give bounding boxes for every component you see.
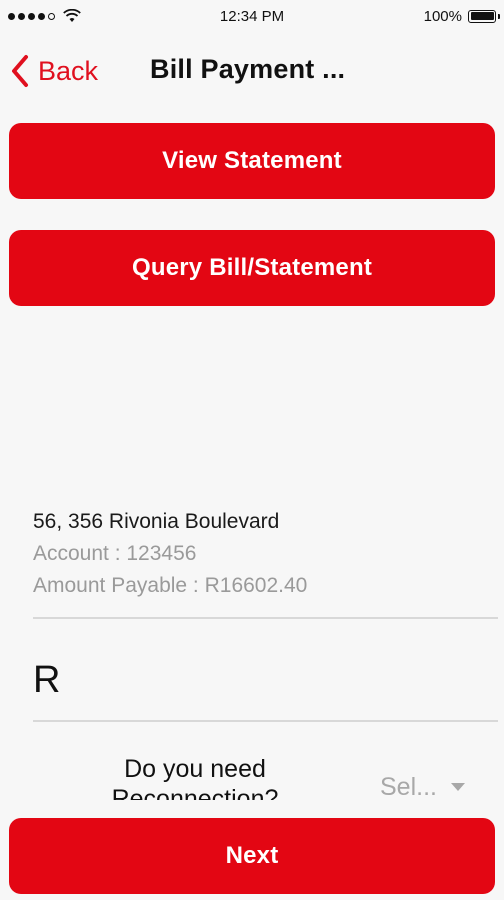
- select-value: Sel...: [380, 772, 437, 801]
- view-statement-button[interactable]: View Statement: [9, 123, 495, 199]
- battery-icon: [468, 9, 500, 23]
- chevron-left-icon: [12, 55, 28, 87]
- reconnection-question: Do you need Reconnection?: [111, 755, 279, 800]
- divider: [33, 617, 498, 619]
- query-bill-button[interactable]: Query Bill/Statement: [9, 230, 495, 306]
- next-button[interactable]: Next: [9, 818, 495, 894]
- back-button[interactable]: Back: [10, 50, 98, 92]
- page-title: Bill Payment ...: [150, 54, 346, 84]
- status-bar: 12:34 PM 100%: [0, 0, 504, 32]
- divider: [33, 720, 498, 722]
- amount-input[interactable]: R: [33, 650, 498, 710]
- status-time: 12:34 PM: [219, 7, 285, 25]
- back-label: Back: [38, 55, 99, 86]
- account-info: 56, 356 Rivonia Boulevard Account : 1234…: [33, 506, 307, 602]
- reconnection-row: Do you need Reconnection? Sel...: [0, 750, 504, 800]
- account-number: Account : 123456: [33, 542, 197, 565]
- account-address: 56, 356 Rivonia Boulevard: [33, 510, 280, 533]
- reconnection-select[interactable]: Sel...: [380, 770, 480, 800]
- amount-payable: Amount Payable : R16602.40: [33, 574, 308, 597]
- caret-down-icon: [450, 783, 465, 791]
- nav-bar: Back Bill Payment ...: [0, 40, 504, 102]
